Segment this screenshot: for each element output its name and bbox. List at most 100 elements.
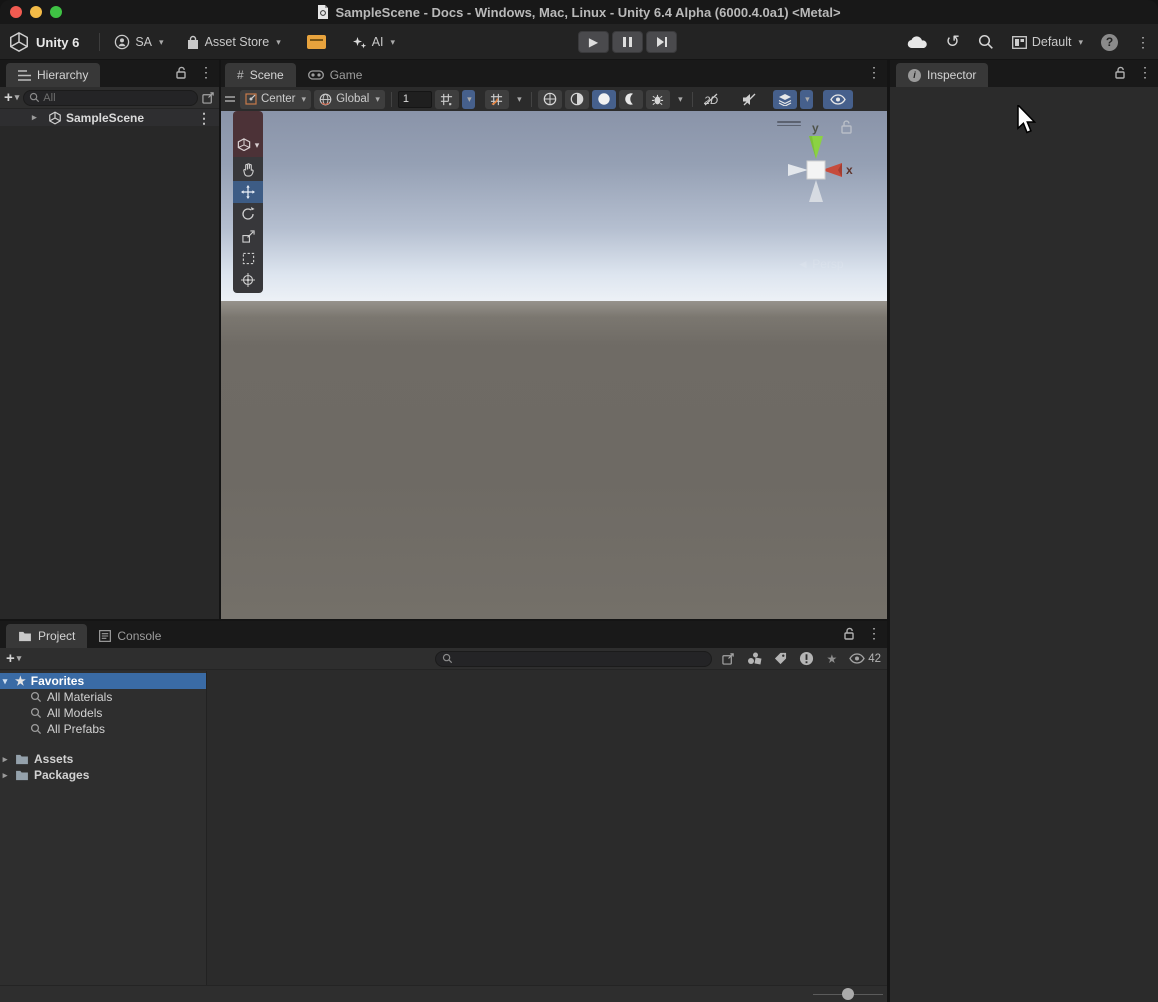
hierarchy-search-field[interactable] <box>23 90 198 106</box>
search-icon[interactable] <box>978 34 994 50</box>
console-icon <box>99 630 111 642</box>
tab-project[interactable]: Project <box>6 624 87 648</box>
tree-item-favorites[interactable]: ▾ ★ Favorites <box>0 673 206 689</box>
shading-mode-button[interactable] <box>538 90 562 109</box>
project-menu-kebab-icon[interactable]: ⋮ <box>867 626 881 640</box>
grid-size-input[interactable] <box>398 91 432 108</box>
tree-item-packages[interactable]: ▸ Packages <box>0 767 206 783</box>
unity-version-label: Unity 6 <box>36 35 79 50</box>
scene-lighting-toggle[interactable] <box>592 90 616 109</box>
scale-tool[interactable] <box>233 225 263 247</box>
play-button[interactable]: ▶ <box>578 31 609 53</box>
project-search-input[interactable] <box>457 653 705 665</box>
tab-game[interactable]: Game <box>296 63 375 87</box>
scene-name-label: SampleScene <box>66 111 144 125</box>
toolbar-menu-kebab-icon[interactable]: ⋮ <box>1136 35 1150 49</box>
tool-handle-rotation-dropdown[interactable]: Global ▾ <box>314 90 385 109</box>
search-by-type-icon[interactable] <box>747 652 762 665</box>
tab-inspector[interactable]: i Inspector <box>896 63 988 87</box>
pause-button[interactable] <box>612 31 643 53</box>
snap-settings-dropdown[interactable]: ▾ <box>462 90 475 109</box>
hierarchy-search-input[interactable] <box>43 92 192 104</box>
add-gameobject-button[interactable]: + ▾ <box>4 89 19 106</box>
rect-tool[interactable] <box>233 247 263 269</box>
scene-fx-button[interactable] <box>619 90 643 109</box>
picker-icon[interactable] <box>722 652 735 665</box>
perspective-label[interactable]: ◄ Persp <box>797 257 844 271</box>
tools-overlay-header[interactable]: ▾ <box>233 111 263 157</box>
scene-effects-button[interactable] <box>773 90 797 109</box>
move-tool[interactable] <box>233 181 263 203</box>
help-button[interactable]: ? <box>1101 34 1118 51</box>
add-asset-button[interactable]: + ▾ <box>6 650 21 667</box>
thumbnail-zoom-slider[interactable] <box>813 990 883 998</box>
package-manager-icon[interactable] <box>307 35 326 49</box>
document-icon <box>317 5 329 19</box>
orientation-gizmo[interactable]: y x <box>776 114 886 224</box>
scene-visibility-toggle[interactable] <box>823 90 853 109</box>
scene-options-kebab-icon[interactable]: ⋮ <box>197 111 211 125</box>
persp-arrow-icon: ◄ <box>797 257 812 271</box>
tools-overlay: ▾ <box>233 111 263 293</box>
picker-icon[interactable] <box>202 91 215 104</box>
debug-mode-button[interactable] <box>646 90 670 109</box>
slider-knob[interactable] <box>842 988 854 1000</box>
expand-arrow-icon[interactable]: ▸ <box>0 754 10 765</box>
scene-2d-toggle[interactable]: 2D <box>699 90 723 109</box>
tree-item-all-materials[interactable]: All Materials <box>0 689 206 705</box>
lighting-mode-button[interactable] <box>565 90 589 109</box>
chevron-down-icon: ▾ <box>255 140 260 151</box>
inspector-menu-kebab-icon[interactable]: ⋮ <box>1138 65 1152 79</box>
asset-store-dropdown[interactable]: Asset Store ▾ <box>186 35 281 50</box>
tree-item-assets[interactable]: ▸ Assets <box>0 751 206 767</box>
divider <box>99 33 100 51</box>
expand-arrow-icon[interactable]: ▾ <box>0 676 10 687</box>
expand-arrow-icon[interactable]: ▸ <box>32 112 37 123</box>
lock-icon[interactable] <box>1115 66 1126 79</box>
search-icon <box>30 707 42 719</box>
hierarchy-tab-icon <box>18 70 31 81</box>
hierarchy-item-samplescene[interactable]: ▸ SampleScene ⋮ <box>0 109 219 126</box>
expand-arrow-icon[interactable]: ▸ <box>0 770 10 781</box>
toolbar-drag-handle[interactable] <box>225 94 235 105</box>
transform-tool[interactable] <box>233 269 263 291</box>
project-panel: Project Console ⋮ + ▾ <box>0 621 887 1002</box>
layout-dropdown[interactable]: Default ▾ <box>1012 35 1083 49</box>
rotate-tool[interactable] <box>233 203 263 225</box>
undo-history-icon[interactable]: ↺ <box>946 32 960 52</box>
wireframe-sphere-icon <box>543 92 557 106</box>
scene-effects-dropdown[interactable]: ▾ <box>800 90 813 109</box>
chevron-down-icon: ▾ <box>375 94 380 105</box>
search-by-label-icon[interactable] <box>774 652 787 665</box>
ai-dropdown[interactable]: AI ▾ <box>352 35 395 50</box>
visible-items-indicator[interactable]: 42 <box>849 653 881 665</box>
snap-increment-button[interactable] <box>435 90 459 109</box>
grid-icon <box>490 93 503 106</box>
tree-item-all-prefabs[interactable]: All Prefabs <box>0 721 206 737</box>
grid-visibility-button[interactable] <box>485 90 509 109</box>
account-dropdown[interactable]: SA ▾ <box>114 34 163 50</box>
cloud-icon[interactable] <box>907 35 928 49</box>
scene-audio-toggle[interactable] <box>737 90 761 109</box>
view-hand-tool[interactable] <box>233 159 263 181</box>
tab-hierarchy[interactable]: Hierarchy <box>6 63 100 87</box>
hand-icon <box>242 163 255 177</box>
debug-options-dropdown[interactable]: ▾ <box>673 90 686 109</box>
search-by-import-icon[interactable] <box>799 651 814 666</box>
scene-viewport[interactable]: ▾ <box>221 111 887 619</box>
project-search-field[interactable] <box>435 651 712 667</box>
tree-item-all-models[interactable]: All Models <box>0 705 206 721</box>
folder-icon <box>18 631 32 642</box>
tab-console[interactable]: Console <box>87 624 173 648</box>
scene-menu-kebab-icon[interactable]: ⋮ <box>867 65 881 79</box>
tab-scene[interactable]: # Scene <box>225 63 296 87</box>
hierarchy-toolbar: + ▾ <box>0 87 219 109</box>
project-content-area[interactable] <box>208 671 887 985</box>
lock-icon[interactable] <box>844 627 855 640</box>
tool-handle-position-dropdown[interactable]: Center ▾ <box>240 90 311 109</box>
save-search-star-icon[interactable]: ★ <box>826 652 837 666</box>
step-button[interactable] <box>646 31 677 53</box>
grid-settings-dropdown[interactable]: ▾ <box>512 90 525 109</box>
hierarchy-menu-kebab-icon[interactable]: ⋮ <box>199 65 213 79</box>
lock-icon[interactable] <box>176 66 187 79</box>
